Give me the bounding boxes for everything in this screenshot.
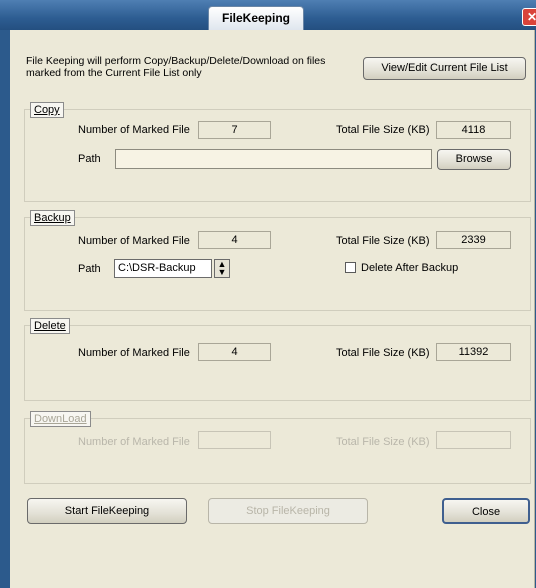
download-size-label: Total File Size (KB) [336, 436, 430, 448]
download-marked-label: Number of Marked File [78, 436, 190, 448]
backup-marked-label: Number of Marked File [78, 235, 190, 247]
browse-button[interactable]: Browse [437, 149, 511, 170]
title-bar[interactable]: FileKeeping ✕ [0, 0, 536, 30]
spin-down-icon[interactable]: ▼ [215, 268, 229, 277]
stop-filekeeping-button[interactable]: Stop FileKeeping [208, 498, 368, 524]
delete-size-value: 11392 [436, 343, 511, 361]
backup-group-label: Backup [30, 210, 75, 226]
delete-size-label: Total File Size (KB) [336, 347, 430, 359]
delete-marked-value: 4 [198, 343, 271, 361]
backup-size-label: Total File Size (KB) [336, 235, 430, 247]
delete-marked-label: Number of Marked File [78, 347, 190, 359]
intro-text: File Keeping will perform Copy/Backup/De… [26, 55, 326, 79]
copy-group-label: Copy [30, 102, 64, 118]
view-edit-file-list-button[interactable]: View/Edit Current File List [363, 57, 526, 80]
backup-marked-value: 4 [198, 231, 271, 249]
download-marked-value [198, 431, 271, 449]
copy-path-input[interactable] [115, 149, 432, 169]
window-title: FileKeeping [208, 6, 304, 30]
download-size-value [436, 431, 511, 449]
delete-after-backup-label: Delete After Backup [361, 262, 459, 274]
copy-marked-label: Number of Marked File [78, 124, 190, 136]
backup-path-spinner[interactable]: ▲ ▼ [214, 259, 230, 278]
start-filekeeping-button[interactable]: Start FileKeeping [27, 498, 187, 524]
copy-marked-value: 7 [198, 121, 271, 139]
download-group [24, 418, 531, 484]
window-close-icon[interactable]: ✕ [522, 8, 536, 26]
download-group-label: DownLoad [30, 411, 91, 427]
backup-size-value: 2339 [436, 231, 511, 249]
delete-group-label: Delete [30, 318, 70, 334]
copy-size-value: 4118 [436, 121, 511, 139]
delete-group [24, 325, 531, 401]
copy-size-label: Total File Size (KB) [336, 124, 430, 136]
copy-path-label: Path [78, 153, 101, 165]
close-button[interactable]: Close [442, 498, 530, 524]
backup-path-label: Path [78, 263, 101, 275]
backup-path-select[interactable]: C:\DSR-Backup [114, 259, 212, 278]
delete-after-backup-checkbox[interactable] [345, 262, 356, 273]
